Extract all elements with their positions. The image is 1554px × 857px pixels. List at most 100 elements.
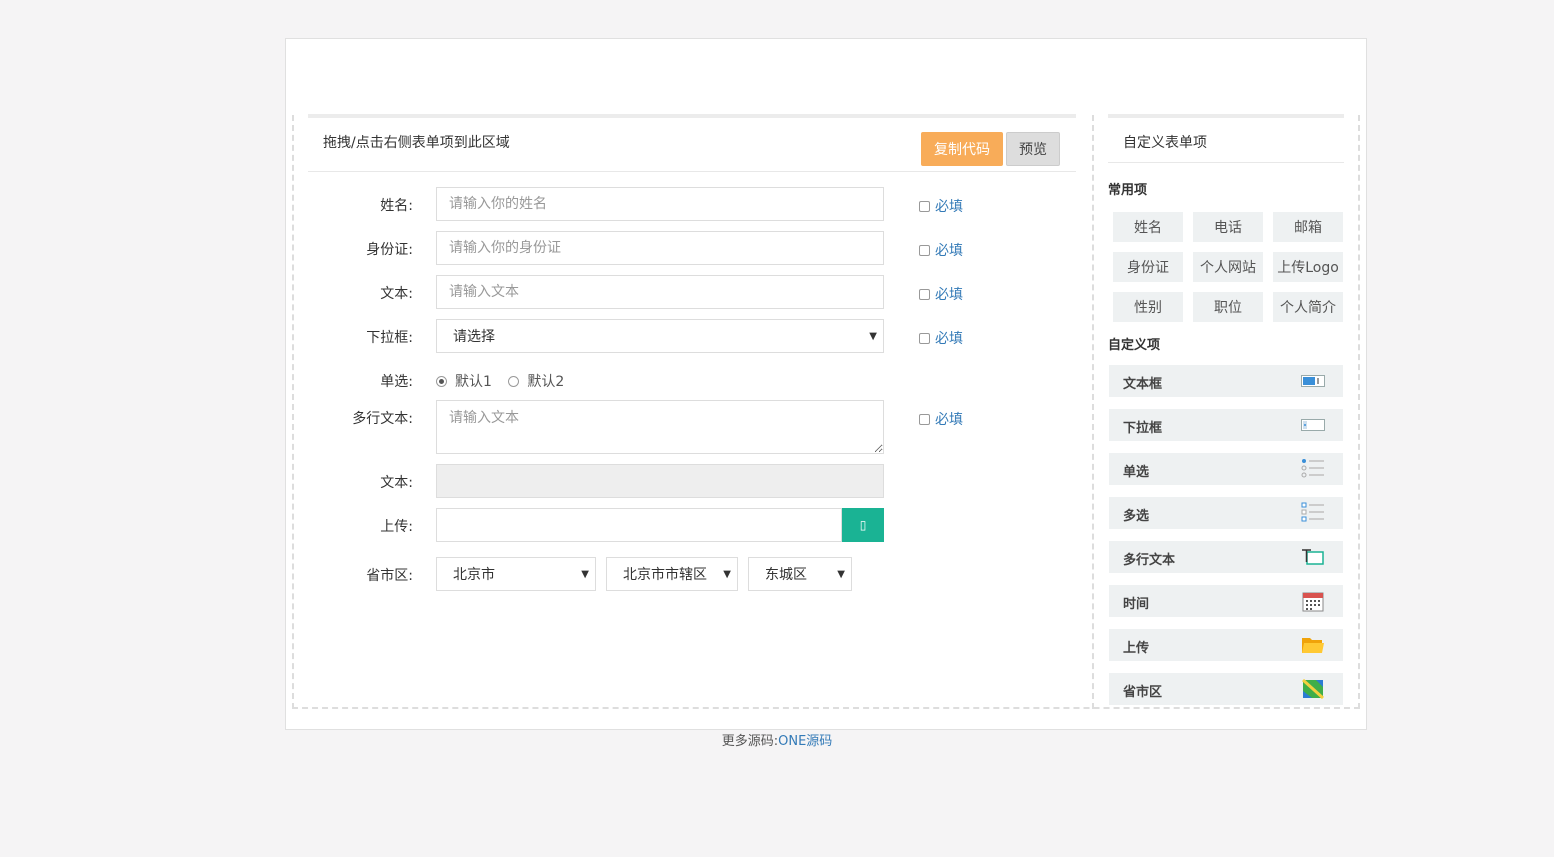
radio-label: 默认2 bbox=[527, 374, 565, 390]
name-input[interactable] bbox=[436, 187, 884, 221]
form-row-region: 省市区: 北京市 ▼ 北京市市辖区 ▼ 东城区 ▼ bbox=[308, 557, 1076, 591]
field-label: 单选: bbox=[380, 374, 413, 390]
field-label: 文本: bbox=[380, 286, 413, 302]
common-item-name[interactable]: 姓名 bbox=[1113, 212, 1183, 242]
common-item-phone[interactable]: 电话 bbox=[1193, 212, 1263, 242]
custom-item-label: 省市区 bbox=[1123, 685, 1163, 700]
custom-item-label: 上传 bbox=[1123, 641, 1150, 656]
custom-item-checkbox[interactable]: 多选 bbox=[1109, 497, 1343, 529]
district-select[interactable]: 东城区 ▼ bbox=[748, 557, 852, 591]
common-item-email[interactable]: 邮箱 bbox=[1273, 212, 1343, 242]
common-item-id-card[interactable]: 身份证 bbox=[1113, 252, 1183, 282]
custom-item-time[interactable]: 时间 bbox=[1109, 585, 1343, 617]
custom-item-label: 文本框 bbox=[1123, 377, 1163, 392]
radio-button[interactable] bbox=[508, 375, 520, 387]
radio-option-1[interactable]: 默认1 bbox=[436, 371, 492, 391]
required-label: 必填 bbox=[935, 199, 963, 215]
custom-items-sidebar: 自定义表单项 常用项 姓名 电话 邮箱 身份证 个人网站 上传Logo 性别 职… bbox=[1108, 118, 1344, 717]
province-select[interactable]: 北京市 ▼ bbox=[436, 557, 596, 591]
form-row-name: 姓名: 必填 bbox=[308, 187, 1076, 221]
province-value: 北京市 bbox=[453, 567, 495, 583]
upload-icon: ▯ bbox=[859, 518, 867, 532]
common-items-grid: 姓名 电话 邮箱 身份证 个人网站 上传Logo 性别 职位 个人简介 bbox=[1113, 212, 1344, 322]
textarea-icon bbox=[1301, 547, 1325, 567]
footer-text: 更多源码: bbox=[721, 734, 779, 749]
text-input[interactable] bbox=[436, 275, 884, 309]
required-label: 必填 bbox=[935, 331, 963, 347]
custom-item-upload[interactable]: 上传 bbox=[1109, 629, 1343, 661]
common-item-gender[interactable]: 性别 bbox=[1113, 292, 1183, 322]
common-items-title: 常用项 bbox=[1108, 183, 1148, 198]
required-toggle[interactable]: 必填 bbox=[919, 328, 963, 348]
upload-button[interactable]: ▯ bbox=[842, 508, 884, 542]
required-toggle[interactable]: 必填 bbox=[919, 284, 963, 304]
custom-item-label: 单选 bbox=[1123, 465, 1150, 480]
builder-header: 拖拽/点击右侧表单项到此区域 复制代码 预览 bbox=[308, 118, 1076, 172]
required-toggle[interactable]: 必填 bbox=[919, 196, 963, 216]
custom-item-label: 多选 bbox=[1123, 509, 1150, 524]
city-select[interactable]: 北京市市辖区 ▼ bbox=[606, 557, 738, 591]
custom-item-label: 时间 bbox=[1123, 597, 1150, 612]
field-label: 下拉框: bbox=[366, 330, 413, 346]
common-item-website[interactable]: 个人网站 bbox=[1193, 252, 1263, 282]
custom-item-label: 多行文本 bbox=[1123, 553, 1176, 568]
id-card-input[interactable] bbox=[436, 231, 884, 265]
dropdown-value: 请选择 bbox=[453, 329, 495, 345]
common-item-upload-logo[interactable]: 上传Logo bbox=[1273, 252, 1343, 282]
custom-item-dropdown[interactable]: 下拉框 bbox=[1109, 409, 1343, 441]
radio-group: 默认1 默认2 bbox=[436, 371, 576, 391]
footer: 更多源码:ONE源码 bbox=[0, 730, 1554, 749]
required-checkbox[interactable] bbox=[919, 200, 930, 212]
dropdown-select[interactable]: 请选择 ▼ bbox=[436, 319, 884, 353]
custom-item-radio[interactable]: 单选 bbox=[1109, 453, 1343, 485]
dropdown-icon bbox=[1301, 415, 1325, 435]
form-row-upload: 上传: ▯ bbox=[308, 508, 1076, 542]
radio-button[interactable] bbox=[436, 375, 447, 387]
required-label: 必填 bbox=[935, 243, 963, 259]
copy-code-button[interactable]: 复制代码 bbox=[921, 132, 1003, 166]
form-row-id-card: 身份证: 必填 bbox=[308, 231, 1076, 265]
form-row-textarea: 多行文本: 必填 bbox=[308, 400, 1076, 454]
radio-label: 默认1 bbox=[455, 374, 492, 390]
form-builder-panel: 拖拽/点击右侧表单项到此区域 复制代码 预览 姓名: 必填 身份证: 必填 文本… bbox=[285, 38, 1367, 730]
chevron-down-icon: ▼ bbox=[837, 569, 845, 580]
field-label: 身份证: bbox=[366, 242, 413, 258]
required-checkbox[interactable] bbox=[919, 288, 930, 300]
district-value: 东城区 bbox=[765, 567, 807, 583]
required-label: 必填 bbox=[935, 412, 963, 428]
custom-item-region[interactable]: 省市区 bbox=[1109, 673, 1343, 705]
chevron-down-icon: ▼ bbox=[723, 569, 731, 580]
sidebar-title: 自定义表单项 bbox=[1108, 118, 1344, 163]
required-toggle[interactable]: 必填 bbox=[919, 409, 963, 429]
radio-list-icon bbox=[1301, 459, 1325, 479]
chevron-down-icon: ▼ bbox=[869, 331, 877, 342]
form-row-dropdown: 下拉框: 请选择 ▼ 必填 bbox=[308, 319, 1076, 353]
custom-item-textarea[interactable]: 多行文本 bbox=[1109, 541, 1343, 573]
checkbox-list-icon bbox=[1301, 502, 1325, 523]
preview-button[interactable]: 预览 bbox=[1006, 132, 1060, 166]
radio-option-2[interactable]: 默认2 bbox=[508, 371, 564, 391]
city-value: 北京市市辖区 bbox=[623, 567, 707, 583]
form-row-radio: 单选: 默认1 默认2 bbox=[308, 363, 1076, 393]
folder-icon bbox=[1301, 635, 1325, 655]
multiline-textarea[interactable] bbox=[436, 400, 884, 454]
column-divider bbox=[1092, 115, 1094, 709]
upload-path-input[interactable] bbox=[436, 508, 842, 542]
textbox-icon bbox=[1301, 371, 1325, 391]
required-toggle[interactable]: 必填 bbox=[919, 240, 963, 260]
required-checkbox[interactable] bbox=[919, 244, 930, 256]
common-item-bio[interactable]: 个人简介 bbox=[1273, 292, 1343, 322]
custom-item-textbox[interactable]: 文本框 bbox=[1109, 365, 1343, 397]
required-label: 必填 bbox=[935, 287, 963, 303]
footer-link[interactable]: ONE源码 bbox=[778, 734, 832, 749]
form-row-text-disabled: 文本: bbox=[308, 464, 1076, 498]
field-label: 省市区: bbox=[366, 568, 413, 584]
required-checkbox[interactable] bbox=[919, 332, 930, 344]
chevron-down-icon: ▼ bbox=[581, 569, 589, 580]
common-item-position[interactable]: 职位 bbox=[1193, 292, 1263, 322]
drop-hint: 拖拽/点击右侧表单项到此区域 bbox=[323, 135, 510, 151]
form-row-text: 文本: 必填 bbox=[308, 275, 1076, 309]
field-label: 姓名: bbox=[380, 198, 413, 214]
required-checkbox[interactable] bbox=[919, 413, 930, 425]
field-label: 上传: bbox=[380, 519, 413, 535]
